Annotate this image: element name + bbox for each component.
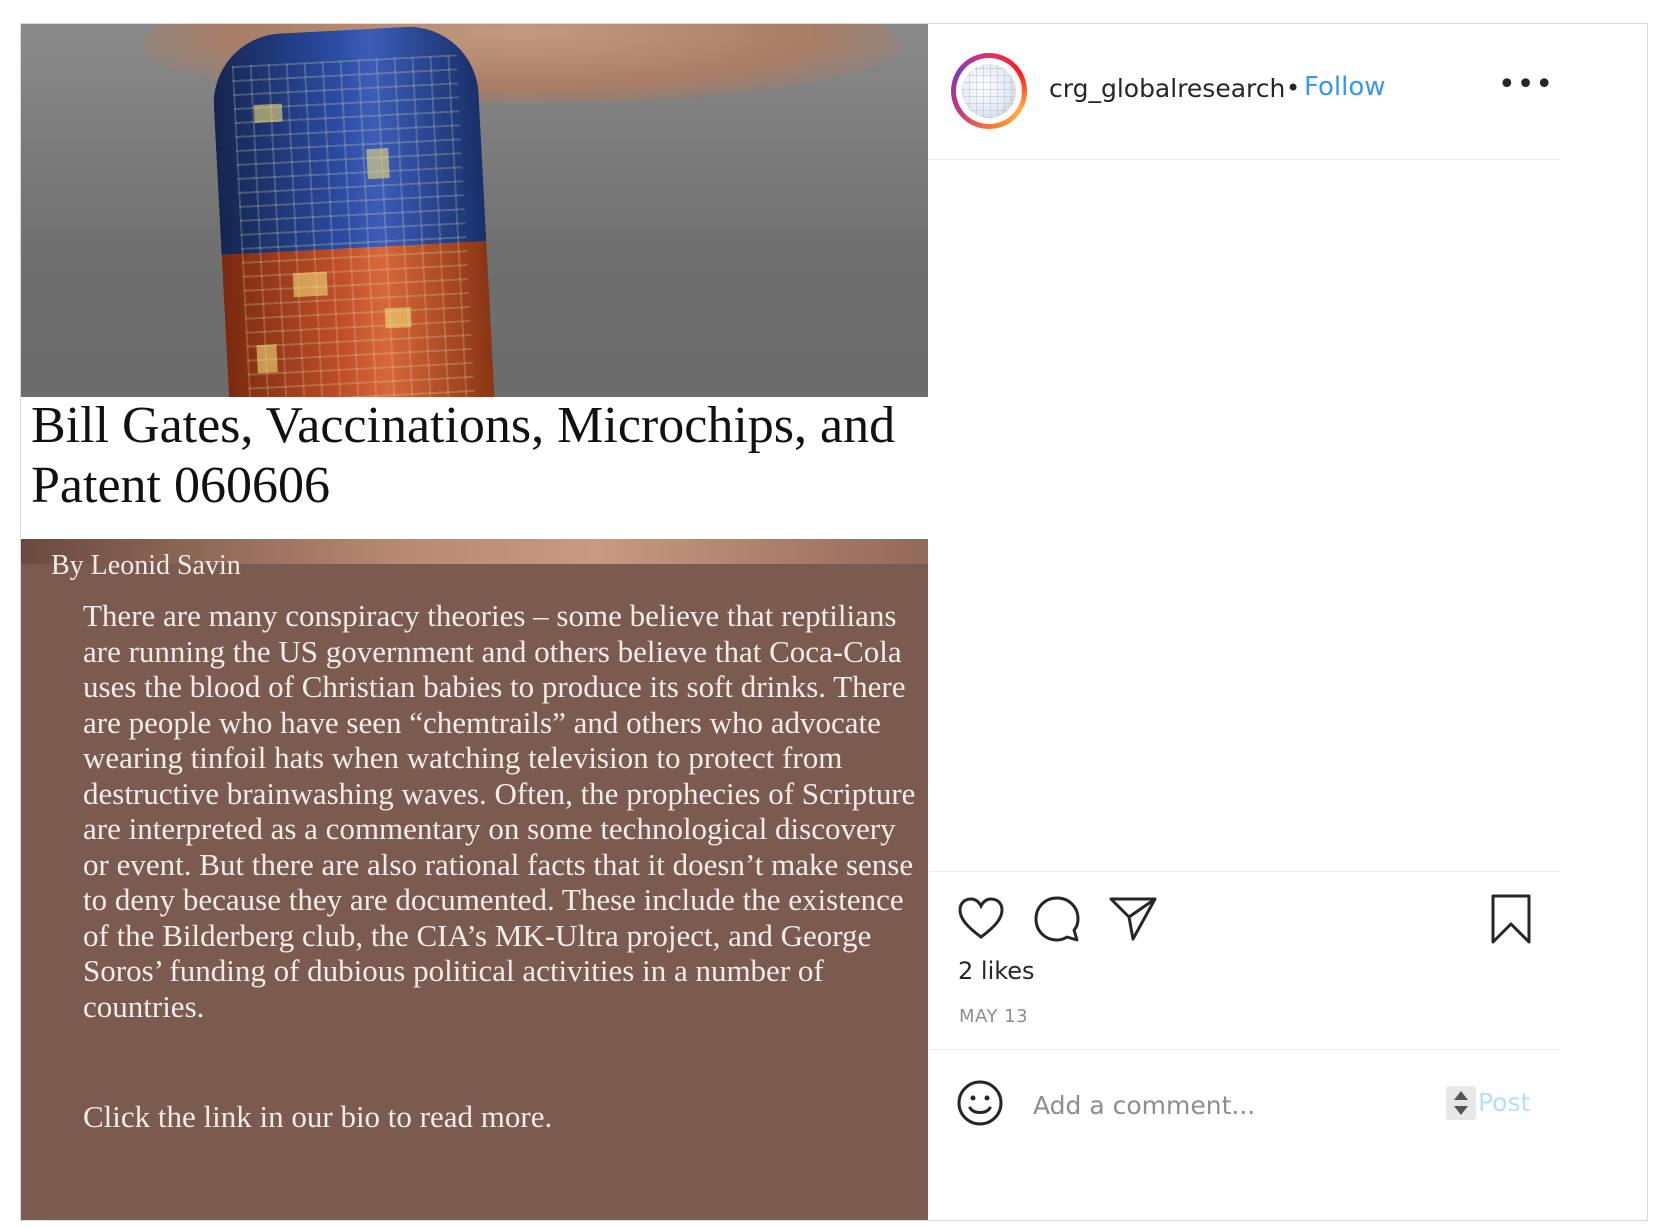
article-byline: By Leonid Savin xyxy=(51,550,241,581)
follow-button[interactable]: Follow xyxy=(1304,72,1386,102)
heart-icon[interactable] xyxy=(956,894,1006,944)
article-headline: Bill Gates, Vaccinations, Microchips, an… xyxy=(31,397,896,514)
paper-plane-icon[interactable] xyxy=(1108,894,1158,944)
post-date: MAY 13 xyxy=(959,1006,1029,1027)
username-link[interactable]: crg_globalresearch xyxy=(1049,74,1285,103)
globe-icon xyxy=(962,64,1016,118)
separator-dot: • xyxy=(1286,74,1301,102)
article-cta: Click the link in our bio to read more. xyxy=(83,1099,553,1134)
bookmark-icon[interactable] xyxy=(1486,894,1536,944)
capsule-photo xyxy=(21,24,978,416)
more-options-icon[interactable]: ••• xyxy=(1498,70,1554,100)
action-bar: 2 likes MAY 13 xyxy=(928,871,1560,1050)
comments-area xyxy=(928,160,1560,871)
instagram-post: Bill Gates, Vaccinations, Microchips, an… xyxy=(20,23,1648,1221)
speech-bubble-icon[interactable] xyxy=(1032,894,1082,944)
post-side-panel: crg_globalresearch • Follow ••• 2 likes … xyxy=(928,24,1647,1220)
resize-handle-icon[interactable] xyxy=(1446,1086,1476,1120)
post-header: crg_globalresearch • Follow ••• xyxy=(928,24,1560,160)
comment-input[interactable] xyxy=(1033,1088,1433,1122)
comment-bar: Post xyxy=(928,1049,1560,1160)
post-button[interactable]: Post xyxy=(1478,1088,1530,1117)
avatar[interactable] xyxy=(951,53,1027,129)
microchip-capsule xyxy=(210,24,497,416)
article-excerpt: There are many conspiracy theories – som… xyxy=(83,598,916,1024)
post-image[interactable]: Bill Gates, Vaccinations, Microchips, an… xyxy=(21,24,978,1220)
likes-count[interactable]: 2 likes xyxy=(958,957,1035,985)
smiley-icon[interactable] xyxy=(956,1079,1004,1127)
